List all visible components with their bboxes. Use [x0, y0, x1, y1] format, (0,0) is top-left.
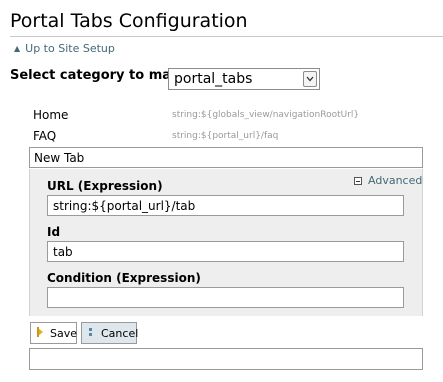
up-link-label: Up to Site Setup — [25, 42, 115, 55]
condition-expression-input[interactable] — [47, 287, 404, 308]
up-arrow-icon: ▲ — [14, 43, 21, 53]
save-icon — [37, 326, 45, 340]
id-input[interactable]: tab — [47, 241, 404, 262]
chevron-down-icon — [303, 71, 317, 87]
url-expression-input[interactable]: string:${portal_url}/tab — [47, 195, 404, 216]
category-select[interactable]: portal_tabs — [168, 68, 320, 90]
advanced-toggle[interactable]: Advanced — [354, 174, 422, 187]
collapse-icon — [354, 176, 362, 185]
cancel-button[interactable]: Cancel — [81, 322, 139, 344]
title-divider — [10, 36, 443, 37]
save-button[interactable]: Save — [30, 322, 77, 344]
up-to-site-setup-link[interactable]: ▲ Up to Site Setup — [14, 42, 115, 55]
cancel-button-label: Cancel — [101, 326, 139, 340]
tab-name-home[interactable]: Home — [33, 108, 68, 122]
url-expression-label: URL (Expression) — [47, 179, 163, 193]
condition-expression-label: Condition (Expression) — [47, 271, 201, 285]
cancel-icon — [88, 327, 96, 340]
tab-name-faq[interactable]: FAQ — [33, 129, 56, 143]
advanced-label: Advanced — [368, 174, 423, 187]
tab-url-home: string:${globals_view/navigationRootUrl} — [172, 110, 360, 120]
category-select-value: portal_tabs — [174, 71, 253, 87]
new-tab-input[interactable] — [29, 348, 423, 370]
id-label: Id — [47, 225, 61, 239]
tab-title-input[interactable]: New Tab — [29, 147, 423, 168]
tab-url-faq: string:${portal_url}/faq — [172, 131, 279, 141]
page-title: Portal Tabs Configuration — [10, 10, 248, 32]
save-button-label: Save — [50, 326, 78, 340]
